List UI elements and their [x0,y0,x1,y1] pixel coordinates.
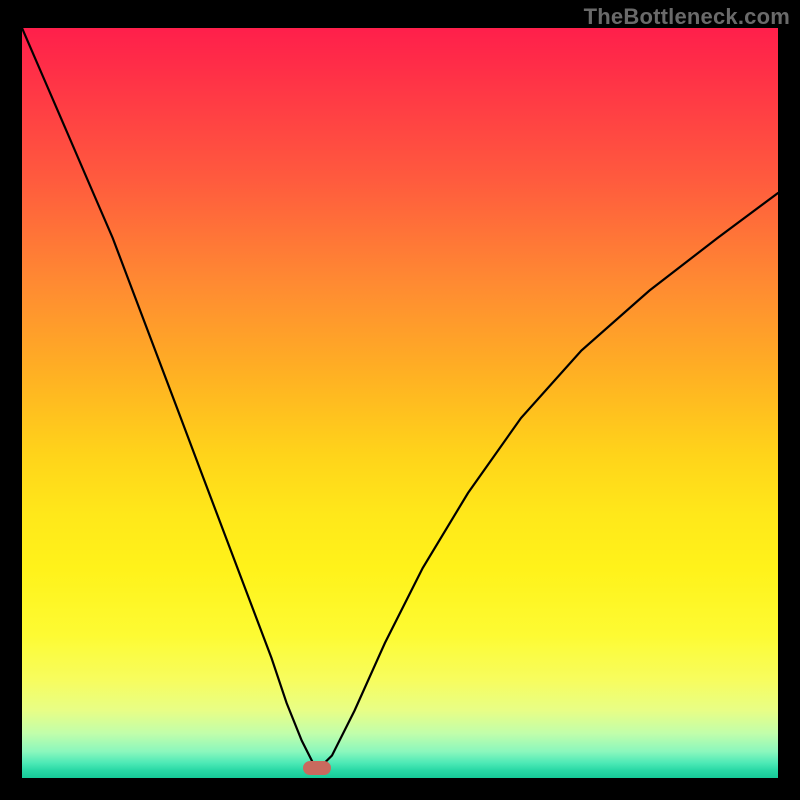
curve-path [22,28,778,771]
bottleneck-curve [22,28,778,778]
plot-area [22,28,778,778]
chart-frame: TheBottleneck.com [0,0,800,800]
minimum-marker [303,761,331,775]
watermark-text: TheBottleneck.com [584,4,790,30]
